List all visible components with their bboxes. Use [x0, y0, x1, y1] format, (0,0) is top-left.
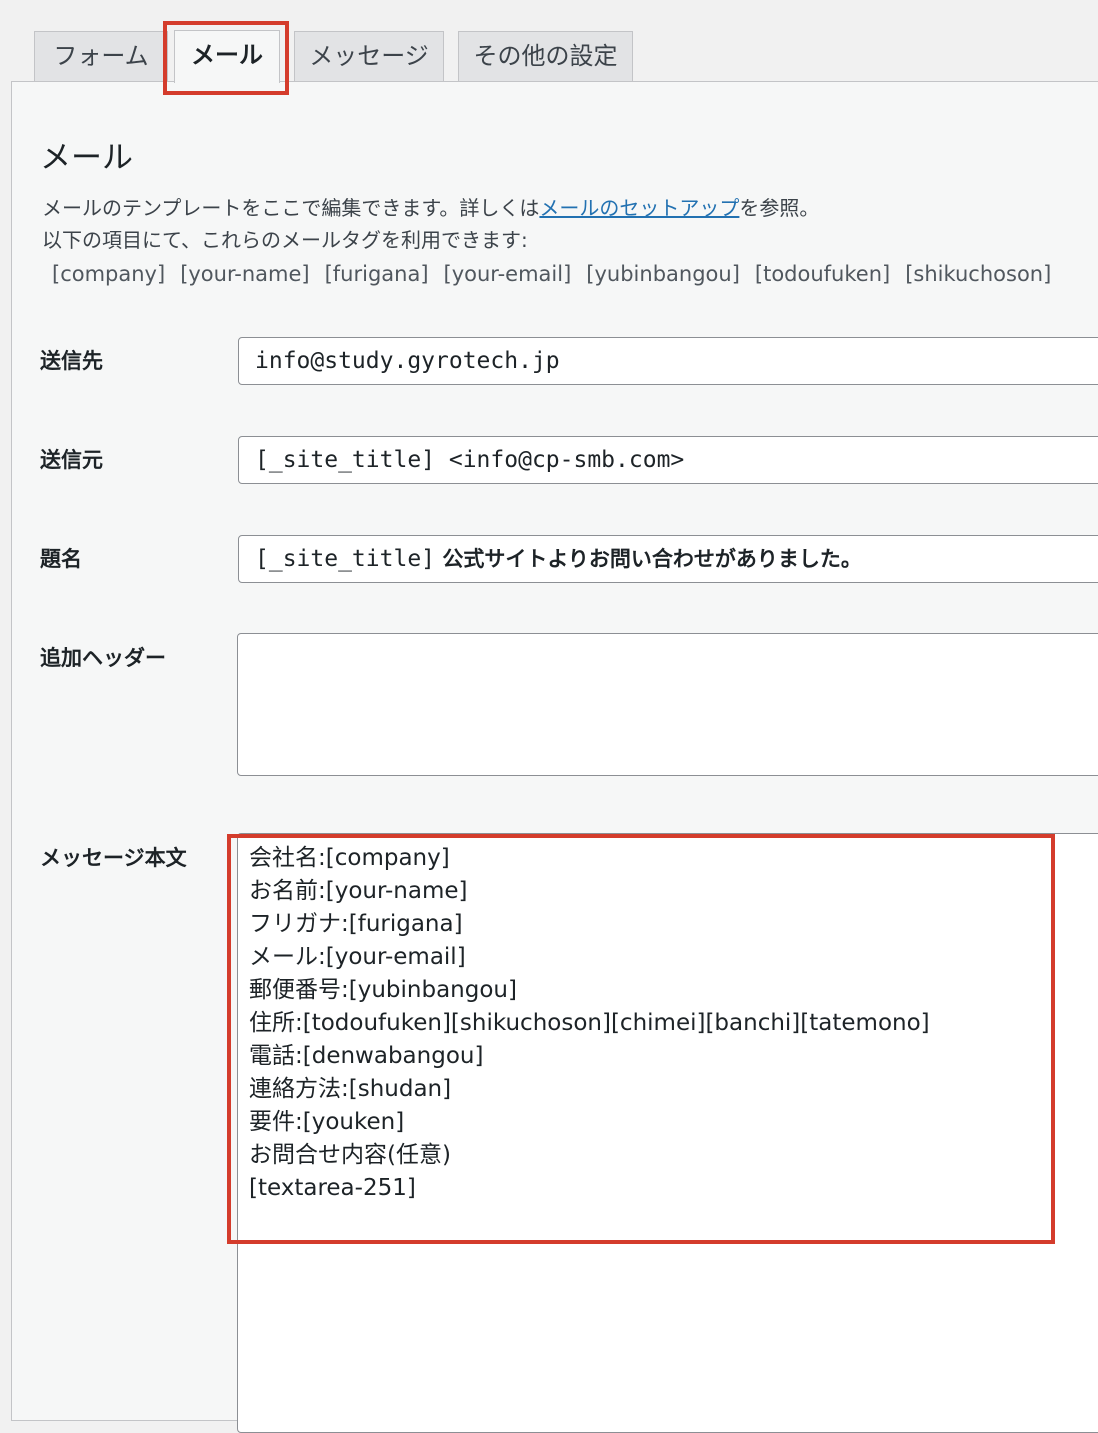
- mail-tag: [todoufuken]: [754, 262, 891, 286]
- to-field[interactable]: info@study.gyrotech.jp: [238, 337, 1098, 385]
- tab-highlight-box: [163, 21, 289, 95]
- from-field[interactable]: [_site_title] <info@cp-smb.com>: [238, 436, 1098, 484]
- from-label: 送信元: [40, 448, 103, 472]
- additional-headers-field[interactable]: [237, 633, 1098, 776]
- message-body-label: メッセージ本文: [40, 846, 187, 870]
- mail-setup-link[interactable]: メールのセットアップ: [539, 196, 739, 220]
- tab-form[interactable]: フォーム: [34, 31, 168, 81]
- description-text-after: を参照。: [739, 196, 820, 220]
- page-title: メール: [40, 140, 133, 176]
- subject-tag: [_site_title]: [255, 546, 436, 572]
- mail-tag-list: [company] [your-name] [furigana] [your-emai…: [52, 259, 1066, 289]
- mail-tag: [your-name]: [180, 262, 310, 286]
- mail-tag: [furigana]: [324, 262, 429, 286]
- description-line-2: 以下の項目にて、これらのメールタグを利用できます:: [42, 228, 528, 252]
- mail-tag: [yubinbangou]: [586, 262, 740, 286]
- description-line-1: メールのテンプレートをここで編集できます。詳しくはメールのセットアップを参照。: [42, 193, 819, 223]
- tab-messages[interactable]: メッセージ: [294, 31, 444, 81]
- subject-field[interactable]: [_site_title] 公式サイトよりお問い合わせがありました。: [238, 535, 1098, 583]
- tab-additional-settings[interactable]: その他の設定: [458, 31, 633, 81]
- additional-headers-label: 追加ヘッダー: [40, 646, 166, 670]
- subject-text: 公式サイトよりお問い合わせがありました。: [435, 547, 862, 571]
- description-text: メールのテンプレートをここで編集できます。詳しくは: [42, 196, 540, 220]
- body-highlight-box: [227, 834, 1055, 1244]
- tab-bar: フォーム メール メッセージ その他の設定: [0, 0, 1098, 95]
- mail-tag: [company]: [52, 262, 166, 286]
- mail-tag: [shikuchoson]: [905, 262, 1052, 286]
- to-label: 送信先: [40, 349, 103, 373]
- mail-tag: [your-email]: [443, 262, 572, 286]
- subject-label: 題名: [40, 547, 82, 571]
